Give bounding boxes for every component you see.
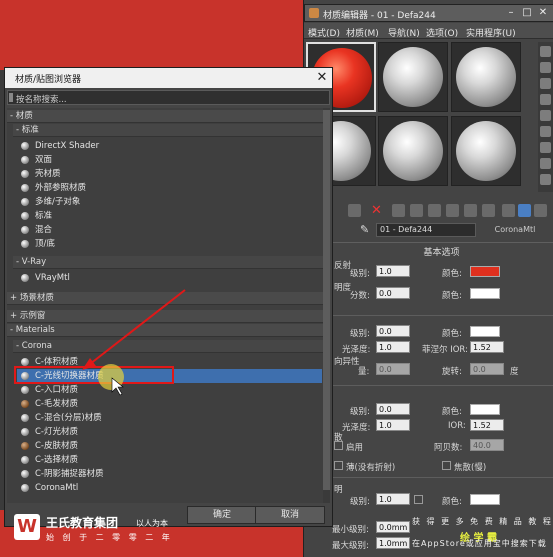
brand-name: 王氏教育集团 — [46, 516, 119, 530]
brand-tagline: 以人为本 — [136, 519, 168, 528]
promo-line-1: 获 得 更 多 免 费 精 品 教 程 — [412, 517, 553, 526]
promo-line-2: 在AppStore或应用宝中搜索下载 — [412, 539, 547, 548]
brand-subtitle: 始 创 于 二 零 零 二 年 — [46, 533, 173, 542]
arrow-line — [89, 289, 186, 365]
annotation-arrow — [82, 289, 186, 396]
mouse-cursor-icon — [111, 377, 124, 396]
brand-logo: W — [14, 514, 40, 540]
